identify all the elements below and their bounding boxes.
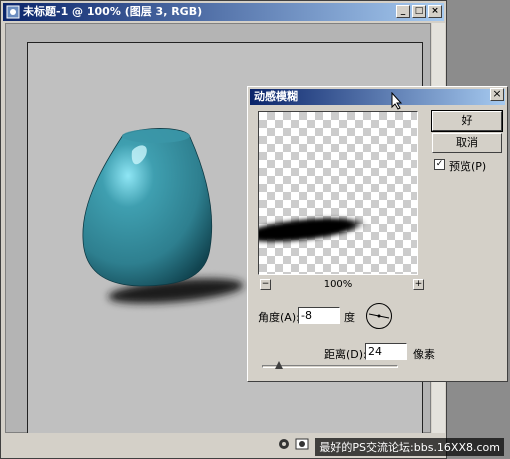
layer-style-icon[interactable] (277, 437, 291, 451)
close-button[interactable]: × (428, 5, 442, 18)
cancel-button[interactable]: 取消 (432, 133, 502, 153)
ok-button[interactable]: 好 (431, 110, 503, 132)
minimize-button[interactable]: _ (396, 5, 410, 18)
angle-unit: 度 (344, 311, 355, 324)
distance-label: 距离(D): (324, 348, 367, 361)
angle-dial[interactable] (366, 303, 392, 329)
watermark-text: 最好的PS交流论坛:bbs.16XX8.com (315, 438, 504, 456)
maximize-button[interactable]: □ (412, 5, 426, 18)
preview-image (259, 218, 359, 242)
dialog-close-button[interactable]: × (490, 88, 504, 101)
distance-slider-thumb[interactable] (275, 361, 283, 369)
preview-pane[interactable] (258, 111, 418, 275)
document-title: 未标题-1 @ 100% (图层 3, RGB) (23, 5, 203, 18)
photoshop-document-icon (6, 5, 20, 19)
angle-label: 角度(A): (258, 311, 300, 324)
preview-checkbox-label: 预览(P) (449, 160, 487, 173)
distance-input[interactable]: 24 (365, 343, 407, 360)
zoom-in-button[interactable]: + (413, 279, 424, 290)
zoom-level: 100% (323, 279, 353, 290)
preview-shadow (259, 218, 359, 242)
angle-input[interactable]: -8 (298, 307, 340, 324)
preview-checkbox[interactable]: ✓ (434, 159, 445, 170)
vase-rim (122, 129, 190, 143)
mask-icon[interactable] (295, 437, 309, 451)
vase-body (82, 128, 213, 287)
dialog-title[interactable]: 动感模糊 (250, 89, 505, 105)
distance-unit: 像素 (413, 348, 435, 361)
zoom-out-button[interactable]: − (260, 279, 271, 290)
document-titlebar[interactable]: 未标题-1 @ 100% (图层 3, RGB) _ □ × (3, 3, 444, 21)
motion-blur-dialog: 动感模糊 × − 100% + 好 取消 ✓ 预览(P) 角度(A): -8 度… (247, 86, 508, 382)
mouse-cursor-icon (391, 92, 403, 110)
